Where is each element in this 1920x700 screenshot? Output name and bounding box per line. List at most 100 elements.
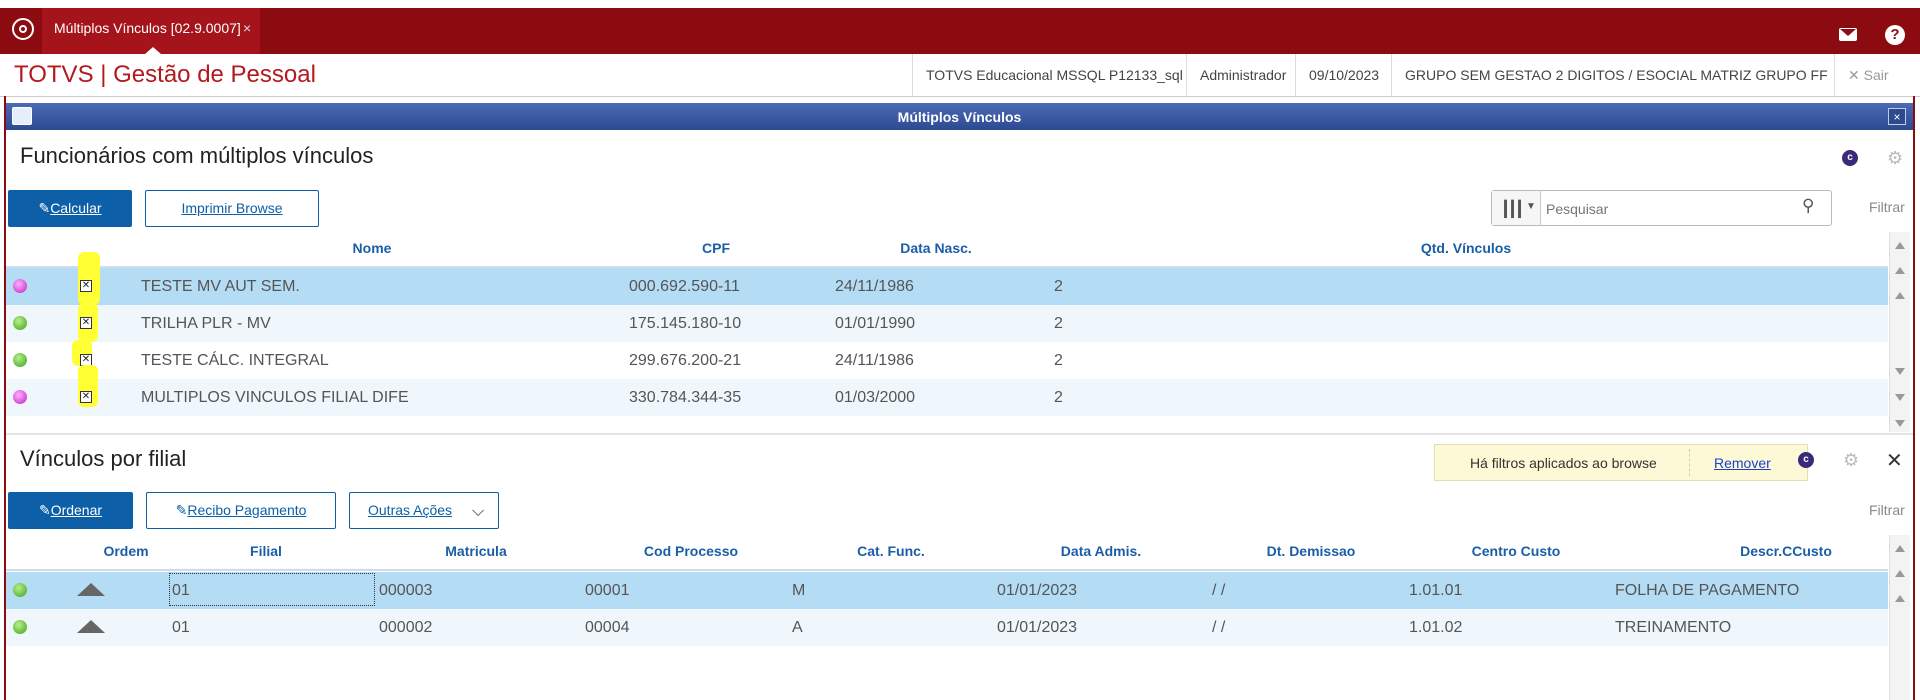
notice-separator [1689,449,1691,476]
scroll-down-icon[interactable] [1895,368,1905,375]
filtrar-link[interactable]: Filtrar [1869,502,1905,518]
tab-close-icon[interactable]: × [243,20,251,36]
outras-acoes-dropdown[interactable]: Outras Ações ⌵ [349,492,499,529]
col-data-nasc[interactable]: Data Nasc. [876,240,996,256]
date-label[interactable]: 09/10/2023 [1295,54,1392,96]
search-icon[interactable]: ⚲ [1802,196,1814,216]
mail-icon[interactable] [1839,28,1857,41]
close-section-icon[interactable]: ✕ [1886,448,1903,473]
col-cpf[interactable]: CPF [666,240,766,256]
window-close-button[interactable]: × [1888,108,1906,125]
cell-descr-ccusto: TREINAMENTO [1615,619,1732,636]
col-qtd-vinculos[interactable]: Qtd. Vínculos [1396,240,1536,256]
cell-matricula: 000003 [379,582,433,599]
search-input[interactable] [1544,197,1788,221]
gear-icon[interactable]: ⚙ [1887,149,1903,167]
section-divider [6,433,1913,435]
imprimir-label: Imprimir Browse [181,200,283,216]
cell-dt-demissao: / / [1212,582,1226,599]
user-label[interactable]: Administrador [1186,54,1299,96]
section-title-funcionarios: Funcionários com múltiplos vínculos [20,143,374,168]
window-titlebar: Múltiplos Vínculos × [6,103,1913,130]
calcular-button[interactable]: ✎Calcular [8,190,132,227]
app-header: TOTVS | Gestão de Pessoal TOTVS Educacio… [0,54,1920,97]
scroll-bottom-icon[interactable] [1895,420,1905,427]
table1-header: Nome CPF Data Nasc. Qtd. Vínculos [6,240,1888,268]
recibo-pagamento-button[interactable]: ✎Recibo Pagamento [146,492,336,529]
remover-link[interactable]: Remover [1714,455,1771,471]
status-dot [13,583,27,597]
columns-icon: ┃┃┃ [1501,201,1524,218]
chevron-down-icon: ⌵ [472,503,485,520]
table-row[interactable]: ✕ TRILHA PLR - MV 175.145.180-10 01/01/1… [6,303,1888,342]
tab-multiplos-vinculos[interactable]: Múltiplos Vínculos [02.9.0007] × [42,8,260,54]
c-icon[interactable]: c [1798,452,1814,468]
imprimir-browse-button[interactable]: Imprimir Browse [145,190,319,227]
scroll-up-icon[interactable] [1895,595,1905,602]
table2-scrollbar[interactable] [1889,535,1910,700]
c-icon[interactable]: c [1842,150,1858,166]
col-filial[interactable]: Filial [221,543,311,559]
table-row[interactable]: ✕ TESTE CÁLC. INTEGRAL 299.676.200-21 24… [6,340,1888,379]
ordenar-label: Ordenar [50,502,103,518]
scroll-top-icon[interactable] [1895,242,1905,249]
columns-selector-button[interactable]: ┃┃┃ ▼ [1492,191,1541,225]
col-ordem[interactable]: Ordem [86,543,166,559]
environment-label[interactable]: TOTVS Educacional MSSQL P12133_sql [912,54,1196,96]
totvs-logo-icon[interactable] [12,18,34,40]
status-dot [13,316,27,330]
table2-header: Ordem Filial Matricula Cod Processo Cat.… [6,543,1888,571]
checkbox[interactable]: ✕ [80,280,92,292]
cell-data-admis: 01/01/2023 [997,619,1078,636]
cell-filial[interactable]: 01 [172,582,190,600]
table-row[interactable]: 01 000002 00004 A 01/01/2023 / / 1.01.02… [6,609,1888,646]
col-centro-custo[interactable]: Centro Custo [1456,543,1576,559]
col-data-admis[interactable]: Data Admis. [1046,543,1156,559]
order-icon[interactable] [77,620,105,633]
company-label[interactable]: GRUPO SEM GESTAO 2 DIGITOS / ESOCIAL MAT… [1391,54,1841,96]
ordenar-button[interactable]: ✎Ordenar [8,492,133,529]
cell-cpf: 000.692.590-11 [629,278,740,295]
pencil-icon: ✎ [175,502,188,518]
section-title-vinculos: Vínculos por filial [20,446,187,471]
table-row[interactable]: ✕ TESTE MV AUT SEM. 000.692.590-11 24/11… [6,252,1888,305]
cell-matricula: 000002 [379,619,433,636]
scroll-top-icon[interactable] [1895,545,1905,552]
table-row[interactable]: 01 000003 00001 M 01/01/2023 / / 1.01.01… [6,572,1888,609]
window-icon [12,107,32,125]
cell-data-nasc: 01/03/2000 [835,389,916,406]
scroll-page-down-icon[interactable] [1895,394,1905,401]
col-nome[interactable]: Nome [328,240,416,256]
focused-cell-border [169,573,375,606]
calcular-label: Calcular [50,200,102,216]
col-cod-processo[interactable]: Cod Processo [626,543,756,559]
tab-bar: Múltiplos Vínculos [02.9.0007] × ? [0,8,1920,54]
cell-cpf: 299.676.200-21 [629,352,742,369]
help-icon[interactable]: ? [1885,25,1905,45]
caret-down-icon: ▼ [1526,201,1536,212]
cell-data-nasc: 24/11/1986 [835,278,914,295]
col-cat-func[interactable]: Cat. Func. [841,543,941,559]
cell-cpf: 175.145.180-10 [629,315,742,332]
filtrar-link[interactable]: Filtrar [1869,199,1905,215]
table1-scrollbar[interactable] [1889,232,1910,432]
col-dt-demissao[interactable]: Dt. Demissao [1251,543,1371,559]
cell-data-admis: 01/01/2023 [997,582,1078,599]
scroll-page-up-icon[interactable] [1895,267,1905,274]
scroll-up-icon[interactable] [1895,292,1905,299]
checkbox[interactable]: ✕ [80,317,92,329]
tab-label: Múltiplos Vínculos [02.9.0007] [54,20,241,36]
table-row[interactable]: ✕ MULTIPLOS VINCULOS FILIAL DIFE 330.784… [6,365,1888,416]
checkbox[interactable]: ✕ [80,391,92,403]
gear-icon[interactable]: ⚙ [1843,451,1859,469]
col-matricula[interactable]: Matricula [426,543,526,559]
cell-cod-processo: 00004 [585,619,630,636]
status-dot [13,620,27,634]
exit-button[interactable]: ✕ Sair [1834,54,1902,96]
scroll-page-up-icon[interactable] [1895,570,1905,577]
search-box: ┃┃┃ ▼ ⚲ [1491,190,1832,226]
app-title: TOTVS | Gestão de Pessoal [14,61,316,88]
col-descr-ccusto[interactable]: Descr.CCusto [1726,543,1846,559]
order-icon[interactable] [77,583,105,596]
cell-cat-func: A [792,619,803,636]
